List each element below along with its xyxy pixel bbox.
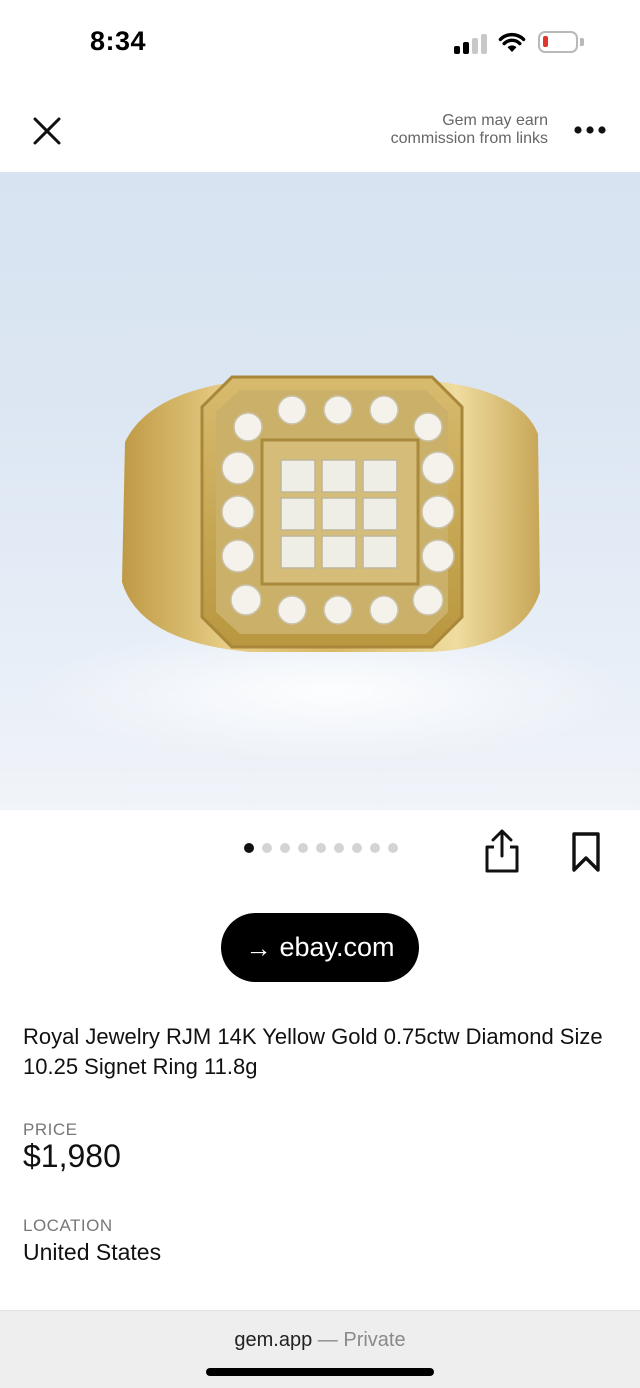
share-icon[interactable] <box>482 828 522 874</box>
close-icon[interactable] <box>26 110 68 152</box>
battery-level <box>543 36 548 47</box>
status-time: 8:34 <box>90 26 147 56</box>
domain-host: gem.app <box>234 1329 313 1351</box>
ring-illustration <box>30 375 630 762</box>
price-label: PRICE <box>23 1120 78 1139</box>
gallery-dot[interactable] <box>280 843 290 853</box>
home-indicator[interactable] <box>206 1368 434 1376</box>
domain-separator: — <box>312 1329 344 1351</box>
more-horizontal-icon[interactable] <box>570 114 610 146</box>
location-label: LOCATION <box>23 1216 113 1235</box>
cellular-signal-icon <box>454 32 488 54</box>
battery-icon <box>538 31 578 53</box>
gallery-dot[interactable] <box>316 843 326 853</box>
screen: 8:34 Gem may earn commission from links <box>0 0 640 1388</box>
disclaimer-line-1: Gem may earn <box>442 112 548 129</box>
wifi-icon <box>498 32 526 52</box>
gallery-dot[interactable] <box>370 843 380 853</box>
battery-cap <box>580 38 584 46</box>
gallery-dot[interactable] <box>388 843 398 853</box>
gallery-dot[interactable] <box>352 843 362 853</box>
bookmark-icon[interactable] <box>569 830 603 874</box>
product-image[interactable] <box>0 172 640 810</box>
gallery-page-indicator[interactable] <box>244 843 398 853</box>
gallery-dot[interactable] <box>244 843 254 853</box>
header: Gem may earn commission from links <box>0 88 640 172</box>
arrow-right-icon: → <box>245 932 272 963</box>
source-link-button[interactable]: → ebay.com <box>221 913 419 982</box>
price-value: $1,980 <box>23 1138 121 1174</box>
commission-disclaimer: Gem may earn commission from links <box>391 112 548 148</box>
address-bar[interactable]: gem.app — Private <box>0 1329 640 1352</box>
gallery-dot[interactable] <box>262 843 272 853</box>
privacy-label: Private <box>343 1329 406 1351</box>
disclaimer-line-2: commission from links <box>390 130 548 147</box>
status-bar: 8:34 <box>0 0 640 88</box>
location-value: United States <box>23 1239 162 1265</box>
source-link-label: ebay.com <box>279 932 395 962</box>
product-title: Royal Jewelry RJM 14K Yellow Gold 0.75ct… <box>23 1024 603 1079</box>
gallery-dot[interactable] <box>334 843 344 853</box>
gallery-dot[interactable] <box>298 843 308 853</box>
browser-bottom-bar: gem.app — Private <box>0 1310 640 1388</box>
